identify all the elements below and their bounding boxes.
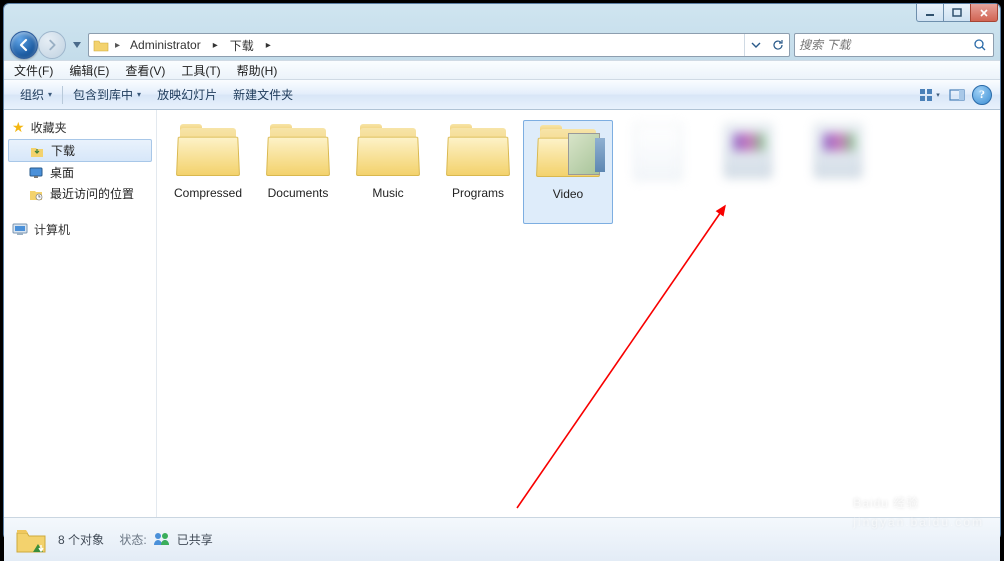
recent-places-icon [28,186,44,202]
search-box[interactable] [794,33,994,57]
view-options-button[interactable]: ▾ [916,84,942,106]
item-music[interactable]: Music [343,120,433,224]
preview-pane-button[interactable] [944,84,970,106]
folder-icon [266,124,330,180]
annotation-arrow [497,198,747,518]
menu-view[interactable]: 查看(V) [119,62,171,79]
menu-file[interactable]: 文件(F) [8,62,59,79]
status-state: 已共享 [177,531,213,548]
nav-history-dropdown[interactable] [70,35,84,55]
search-icon[interactable] [971,38,989,52]
desktop-icon [28,165,44,181]
nav-bar: ▸ Administrator▸ 下载▸ [4,30,1000,60]
status-count: 8 个对象 [58,531,104,548]
breadcrumb[interactable]: ▸ Administrator▸ 下载▸ [88,33,790,57]
folder-icon [536,125,600,181]
forward-button[interactable] [38,31,66,59]
sidebar-item-downloads[interactable]: 下载 [8,139,152,162]
item-6[interactable] [703,120,793,224]
folder-icon [91,35,111,55]
folder-icon [446,124,510,180]
tool-organize[interactable]: 组织▾ [12,80,60,109]
navigation-pane: ★ 收藏夹 下载 桌面 最近访问的位置 [4,110,157,517]
item-compressed[interactable]: Compressed [163,120,253,224]
tool-new-folder[interactable]: 新建文件夹 [225,80,301,109]
explorer-window: ▸ Administrator▸ 下载▸ 文件(F) 编辑(E) 查看(V) 工… [3,3,1001,540]
minimize-button[interactable] [916,4,944,22]
title-bar [4,4,1000,30]
menu-help[interactable]: 帮助(H) [231,62,284,79]
breadcrumb-seg-1[interactable]: 下载 [224,37,260,54]
refresh-button[interactable] [767,34,789,56]
items-view[interactable]: Compressed Documents Music Programs Video [157,110,1000,517]
back-button[interactable] [10,31,38,59]
sidebar-item-recent[interactable]: 最近访问的位置 [4,183,156,204]
folder-icon [356,124,420,180]
search-input[interactable] [799,38,971,52]
breadcrumb-dropdown[interactable] [745,34,767,56]
sidebar-item-desktop[interactable]: 桌面 [4,162,156,183]
item-programs[interactable]: Programs [433,120,523,224]
body-pane: ★ 收藏夹 下载 桌面 最近访问的位置 [4,110,1000,517]
menu-edit[interactable]: 编辑(E) [63,62,115,79]
status-text: 8 个对象 状态: 已共享 [58,531,213,548]
separator [62,86,63,104]
item-label: Music [372,186,403,200]
tool-slideshow[interactable]: 放映幻灯片 [149,80,225,109]
chevron-right-icon[interactable]: ▸ [260,40,277,51]
item-label: Video [553,187,583,201]
archive-icon [814,124,862,178]
menu-bar: 文件(F) 编辑(E) 查看(V) 工具(T) 帮助(H) [4,60,1000,80]
breadcrumb-seg-0[interactable]: Administrator [124,38,207,52]
shared-icon [153,531,171,548]
tool-include-in-library[interactable]: 包含到库中▾ [65,80,149,109]
computer-icon [12,222,28,238]
file-icon [634,124,682,180]
downloads-icon [29,143,45,159]
computer-header[interactable]: 计算机 [4,218,156,241]
command-bar: 组织▾ 包含到库中▾ 放映幻灯片 新建文件夹 ▾ ? [4,80,1000,110]
chevron-right-icon[interactable]: ▸ [111,40,124,51]
item-documents[interactable]: Documents [253,120,343,224]
item-label: Compressed [174,186,242,200]
help-button[interactable]: ? [972,85,992,105]
folder-icon [176,124,240,180]
close-button[interactable] [970,4,998,22]
item-7[interactable] [793,120,883,224]
item-video[interactable]: Video [523,120,613,224]
item-label: Programs [452,186,504,200]
item-label: Documents [268,186,329,200]
star-icon: ★ [12,119,25,136]
maximize-button[interactable] [943,4,971,22]
status-bar: 8 个对象 状态: 已共享 [4,517,1000,561]
favorites-header[interactable]: ★ 收藏夹 [4,116,156,139]
menu-tools[interactable]: 工具(T) [175,62,226,79]
status-folder-icon [14,523,48,557]
chevron-right-icon[interactable]: ▸ [207,40,224,51]
archive-icon [724,124,772,178]
item-5[interactable] [613,120,703,224]
